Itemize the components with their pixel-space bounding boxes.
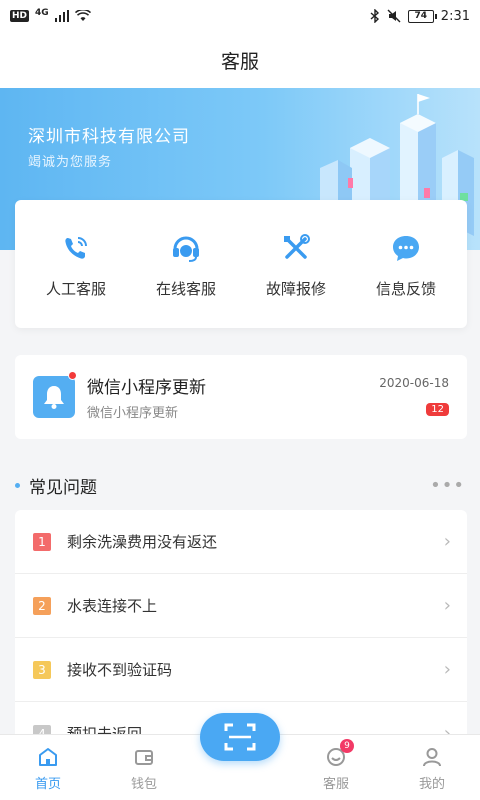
notice-title: 微信小程序更新 [87, 378, 206, 398]
service-badge: 9 [340, 739, 354, 753]
wallet-icon [132, 745, 156, 769]
tab-label: 客服 [322, 777, 349, 792]
tab-label: 钱包 [130, 777, 157, 792]
faq-question: 剩余洗澡费用没有返还 [67, 533, 218, 551]
notice-count-badge: 12 [426, 403, 449, 416]
mute-icon [387, 9, 401, 23]
service-label: 故障报修 [265, 279, 326, 298]
more-icon[interactable]: ••• [430, 475, 465, 496]
faq-header: 常见问题 ••• [15, 470, 467, 500]
service-label: 人工客服 [45, 279, 106, 298]
faq-number: 2 [33, 596, 51, 615]
service-card: 人工客服 在线客服 故障报修 信息反馈 [15, 200, 467, 328]
service-label: 信息反馈 [375, 279, 436, 298]
signal-icon [54, 10, 69, 22]
service-feedback[interactable]: 信息反馈 [356, 230, 456, 299]
headset-icon [168, 230, 204, 266]
battery-indicator: 74 [407, 9, 437, 23]
status-left: HD 4G [10, 8, 91, 22]
tools-icon [278, 230, 314, 266]
faq-item[interactable]: 3 接收不到验证码 › [15, 638, 467, 702]
scan-button[interactable] [200, 713, 280, 761]
service-manual[interactable]: 人工客服 [26, 230, 126, 299]
tab-label: 我的 [418, 777, 445, 792]
unread-dot [68, 371, 77, 380]
section-bullet [15, 482, 20, 488]
status-bar: HD 4G 74 2:31 [0, 0, 480, 32]
company-name: 深圳市科技有限公司 [28, 127, 190, 147]
chevron-right-icon: › [443, 595, 451, 616]
tab-label: 首页 [34, 777, 61, 792]
scan-icon [224, 723, 256, 751]
faq-item[interactable]: 2 水表连接不上 › [15, 574, 467, 638]
chevron-right-icon: › [443, 659, 451, 680]
phone-icon [58, 230, 94, 266]
bottom-tab-bar: 首页 钱包 9 客服 我的 [0, 713, 480, 800]
bell-icon [33, 376, 75, 418]
faq-number: 1 [33, 532, 51, 551]
chevron-right-icon: › [443, 531, 451, 552]
tab-home[interactable]: 首页 [8, 745, 88, 792]
notice-date: 2020-06-18 [379, 376, 449, 390]
tab-service[interactable]: 9 客服 [296, 739, 376, 792]
notice-card[interactable]: 微信小程序更新 微信小程序更新 2020-06-18 12 [15, 355, 467, 439]
home-icon [36, 745, 60, 769]
faq-question: 水表连接不上 [67, 597, 158, 615]
tab-profile[interactable]: 我的 [392, 745, 472, 792]
user-icon [420, 745, 444, 769]
service-online[interactable]: 在线客服 [136, 230, 236, 299]
faq-number: 3 [33, 660, 51, 679]
page-title: 客服 [0, 32, 480, 88]
hd-indicator: HD [10, 10, 30, 22]
wifi-icon [74, 10, 91, 21]
tab-wallet[interactable]: 钱包 [104, 745, 184, 792]
banner-slogan: 竭诚为您服务 [28, 155, 113, 170]
network-type: 4G [35, 8, 49, 18]
faq-title: 常见问题 [29, 477, 97, 498]
status-right: 74 2:31 [370, 9, 470, 24]
clock: 2:31 [440, 8, 470, 24]
faq-item[interactable]: 1 剩余洗澡费用没有返还 › [15, 510, 467, 574]
chat-icon [388, 230, 424, 266]
bluetooth-icon [370, 9, 379, 23]
notice-subtitle: 微信小程序更新 [87, 406, 179, 421]
service-label: 在线客服 [155, 279, 216, 298]
service-repair[interactable]: 故障报修 [246, 230, 346, 299]
faq-question: 接收不到验证码 [67, 661, 173, 679]
